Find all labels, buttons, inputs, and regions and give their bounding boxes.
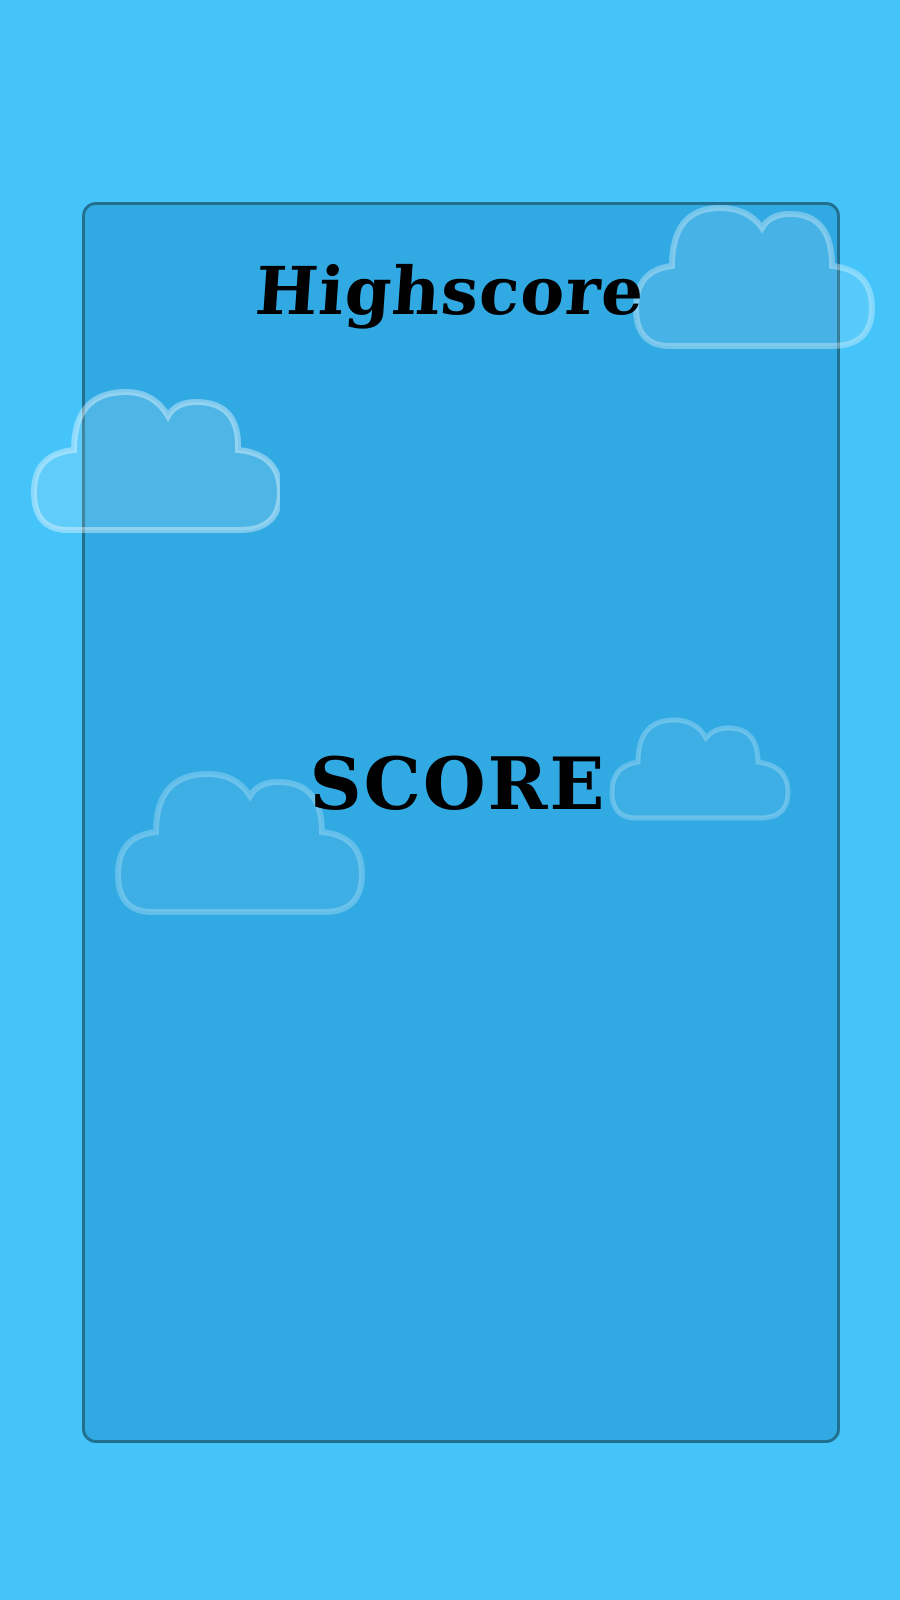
cloud-icon xyxy=(30,388,280,538)
highscore-title: Highscore xyxy=(252,252,648,330)
game-screen: Highscore SCORE xyxy=(0,0,900,1600)
score-title: SCORE xyxy=(309,741,607,826)
